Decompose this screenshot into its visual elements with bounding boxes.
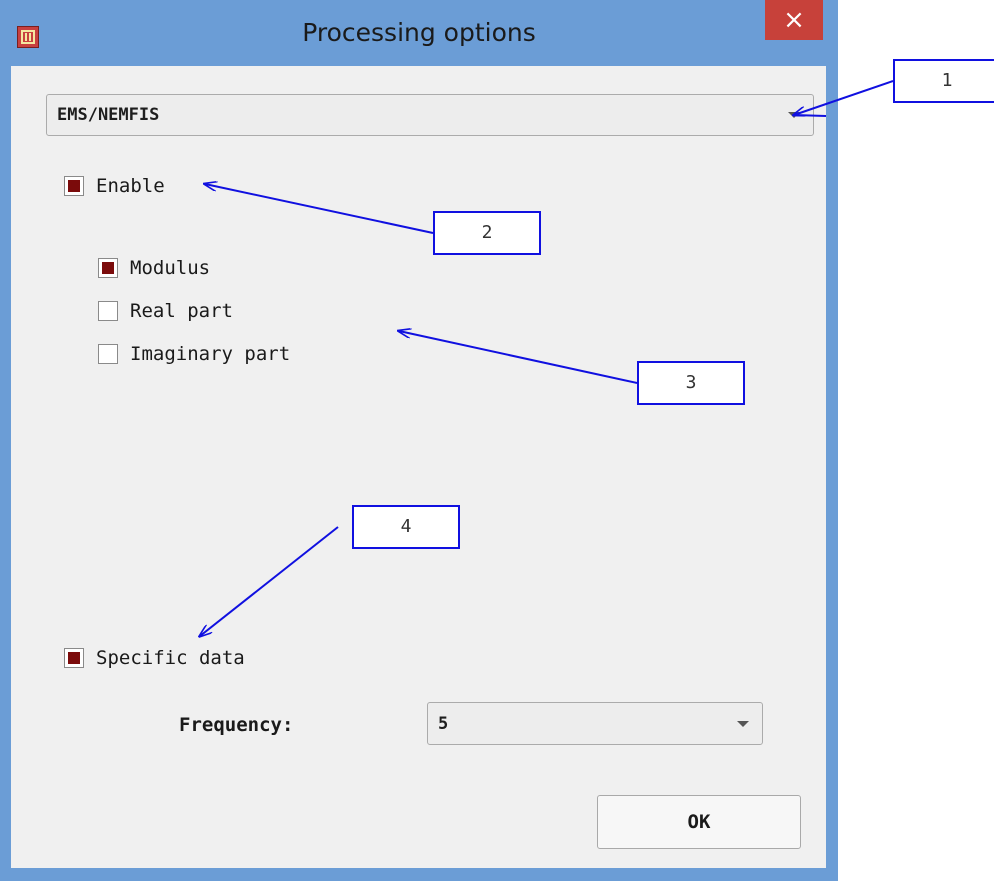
real-part-checkbox[interactable]: Real part (98, 300, 233, 322)
checkbox-icon[interactable] (64, 648, 84, 668)
mode-dropdown-value: EMS/NEMFIS (57, 105, 160, 125)
frequency-dropdown[interactable]: 5 (427, 702, 763, 745)
dialog-body: EMS/NEMFIS Enable Modulus Real part Imag… (11, 66, 826, 868)
mode-dropdown[interactable]: EMS/NEMFIS (46, 94, 814, 136)
frequency-label: Frequency: (179, 714, 294, 736)
enable-checkbox[interactable]: Enable (64, 175, 165, 197)
close-button[interactable]: × (765, 0, 823, 40)
checkbox-icon[interactable] (64, 176, 84, 196)
imaginary-part-label: Imaginary part (130, 343, 291, 365)
title-bar[interactable]: Processing options × (0, 0, 838, 66)
callout-4: 4 (352, 505, 460, 549)
modulus-checkbox[interactable]: Modulus (98, 257, 210, 279)
checkbox-icon[interactable] (98, 258, 118, 278)
ok-button[interactable]: OK (597, 795, 801, 849)
imaginary-part-checkbox[interactable]: Imaginary part (98, 343, 290, 365)
checkbox-icon[interactable] (98, 301, 118, 321)
frequency-dropdown-value: 5 (438, 713, 449, 734)
specific-data-checkbox[interactable]: Specific data (64, 647, 245, 669)
chevron-down-icon (788, 112, 800, 118)
dialog-title: Processing options (302, 18, 536, 47)
chevron-down-icon (737, 720, 749, 727)
modulus-label: Modulus (130, 257, 211, 279)
checkbox-icon[interactable] (98, 344, 118, 364)
enable-label: Enable (96, 175, 165, 197)
callout-2: 2 (433, 211, 541, 255)
dialog-window: Processing options × EMS/NEMFIS Enable M… (0, 0, 838, 881)
real-part-label: Real part (130, 300, 233, 322)
callout-1: 1 (893, 59, 994, 103)
specific-data-label: Specific data (96, 647, 245, 669)
callout-3: 3 (637, 361, 745, 405)
